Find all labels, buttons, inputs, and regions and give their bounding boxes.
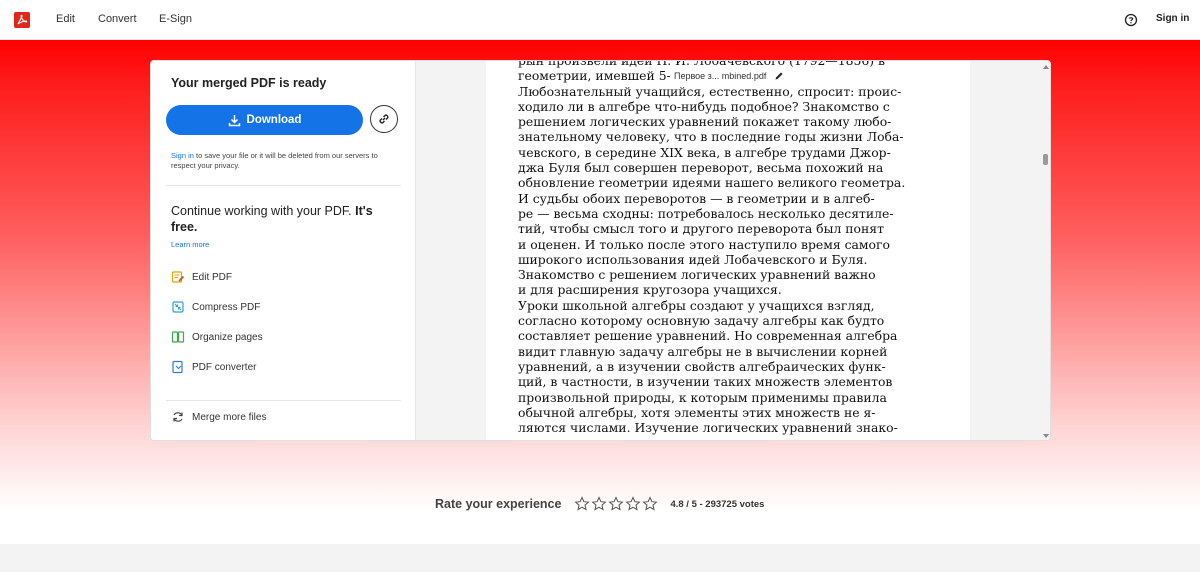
refresh-icon — [173, 412, 183, 422]
download-button[interactable]: Download — [166, 105, 363, 135]
pdf-text-line: видит главную задачу алгебры не в вычисл… — [518, 343, 888, 359]
actions-panel: Your merged PDF is ready Download Sign i… — [151, 61, 416, 440]
pdf-text-line: И судьбы обоих переворотов — в геометрии… — [518, 190, 875, 206]
merge-more-files-button[interactable]: Merge more files — [171, 408, 266, 426]
pdf-text-line: ре — весьма сходны: потребовалось нескол… — [518, 205, 894, 221]
share-link-button[interactable] — [370, 105, 398, 133]
pdf-text-line: и оценен. И только после этого наступило… — [518, 236, 890, 252]
adobe-acrobat-logo[interactable] — [14, 12, 30, 28]
tool-label: Organize pages — [192, 331, 263, 343]
tool-compress-pdf[interactable]: Compress PDF — [171, 298, 260, 316]
pdf-text-line: чевского, в середине XIX века, в алгебре… — [518, 144, 891, 160]
scroll-thumb[interactable] — [1043, 154, 1048, 165]
star-outline-icon[interactable] — [608, 496, 625, 512]
pdf-text-line: тий, чтобы смысл того и другого переворо… — [518, 221, 884, 237]
scroll-up-arrow-icon[interactable] — [1043, 64, 1049, 70]
pdf-text-line: джа Буля был совершен переворот, весьма … — [518, 160, 884, 176]
save-note: Sign in to save your file or it will be … — [171, 151, 391, 171]
pdf-text-line: и для расширения кругозора учащихся. — [518, 282, 782, 298]
pdf-page: рын произвели идеи Н. И. Лобачевского (1… — [486, 61, 970, 440]
divider — [166, 185, 401, 186]
tool-label: Compress PDF — [192, 301, 261, 313]
pdf-text-line: рын произвели идеи Н. И. Лобачевского (1… — [518, 61, 946, 68]
learn-more-link[interactable]: Learn more — [171, 240, 209, 249]
rating-stars — [574, 496, 659, 512]
pdf-text-line: обычной алгебры, хотя элементы этих множ… — [518, 404, 876, 420]
pdf-text-line: Уроки школьной алгебры создают у учащихс… — [518, 297, 875, 313]
star-outline-icon[interactable] — [591, 496, 608, 512]
pdf-text-line: уравнений, а в изучении свойств алгебраи… — [518, 358, 886, 374]
acrobat-logo-icon — [17, 14, 28, 25]
pdf-text-line: ходило ли в алгебре что-нибудь подобное?… — [518, 98, 890, 114]
continue-heading: Continue working with your PDF. It's fre… — [171, 203, 391, 235]
sign-in-link[interactable]: Sign in — [1156, 13, 1189, 24]
result-card: Your merged PDF is ready Download Sign i… — [150, 60, 1051, 441]
pdf-text-line: Знакомство с решением логических уравнен… — [518, 267, 876, 283]
pdf-text-line: Любознательный учащийся, естественно, сп… — [518, 83, 902, 99]
save-note-text: to save your file or it will be deleted … — [171, 151, 378, 170]
organize-pages-icon — [171, 331, 185, 343]
pdf-text-line: согласно которому основную задачу алгебр… — [518, 313, 885, 329]
top-nav-bar: Edit Convert E-Sign Sign in — [0, 0, 1200, 40]
rating-label: Rate your experience — [435, 497, 562, 511]
filename-label: Первое з... mbined.pdf — [674, 71, 767, 81]
save-sign-in-link[interactable]: Sign in — [171, 151, 194, 160]
download-icon — [228, 114, 240, 126]
rating-votes: 4.8 / 5 - 293725 votes — [670, 498, 765, 510]
nav-e-sign[interactable]: E-Sign — [159, 13, 192, 25]
pdf-text-line: составляет решение уравнений. Но совреме… — [518, 328, 898, 344]
tool-label: PDF converter — [192, 361, 257, 373]
pdf-text-line: знательному человеку, что в последние го… — [518, 129, 904, 145]
pdf-text-line: обновление геометрии идеями нашего велик… — [518, 175, 906, 191]
divider — [166, 400, 401, 401]
page-title: Your merged PDF is ready — [171, 76, 327, 90]
link-icon — [379, 114, 389, 124]
rating-bar: Rate your experience 4.8 / 5 - 293725 vo… — [435, 494, 764, 514]
help-circle-icon[interactable] — [1124, 13, 1138, 27]
filename-chip[interactable]: Первое з... mbined.pdf — [670, 69, 789, 83]
pdf-text-line: решением логических уравнений покажет та… — [518, 114, 892, 130]
preview-scrollbar[interactable] — [1042, 61, 1050, 440]
pdf-text-line: ций, в частности, в изучении таких множе… — [518, 374, 893, 390]
pdf-page-text: рын произвели идеи Н. И. Лобачевского (1… — [518, 61, 946, 435]
pdf-text-line: ляются числами. Изучение логических урав… — [518, 420, 898, 436]
scroll-down-arrow-icon[interactable] — [1043, 433, 1049, 439]
footer — [0, 544, 1200, 572]
nav-edit[interactable]: Edit — [56, 13, 75, 25]
pdf-text-line: произвольной природы, к которым применим… — [518, 389, 887, 405]
pdf-converter-icon — [172, 360, 183, 374]
tool-label: Edit PDF — [192, 271, 233, 283]
compress-pdf-icon — [172, 301, 184, 313]
nav-convert[interactable]: Convert — [98, 13, 137, 25]
tool-organize-pages[interactable]: Organize pages — [171, 328, 263, 346]
tool-edit-pdf[interactable]: Edit PDF — [171, 268, 232, 286]
continue-text: Continue working with your PDF. — [171, 204, 352, 218]
star-outline-icon[interactable] — [625, 496, 642, 512]
pdf-text-line: широкого использования идей Лобачевского… — [518, 251, 868, 267]
download-label: Download — [246, 114, 302, 126]
star-outline-icon[interactable] — [574, 496, 591, 512]
star-outline-icon[interactable] — [642, 496, 659, 512]
edit-pdf-icon — [171, 271, 185, 283]
merge-more-label: Merge more files — [192, 411, 267, 423]
pencil-icon[interactable] — [774, 71, 784, 81]
pdf-preview[interactable]: рын произвели идеи Н. И. Лобачевского (1… — [416, 61, 1042, 440]
tool-pdf-converter[interactable]: PDF converter — [171, 358, 256, 376]
